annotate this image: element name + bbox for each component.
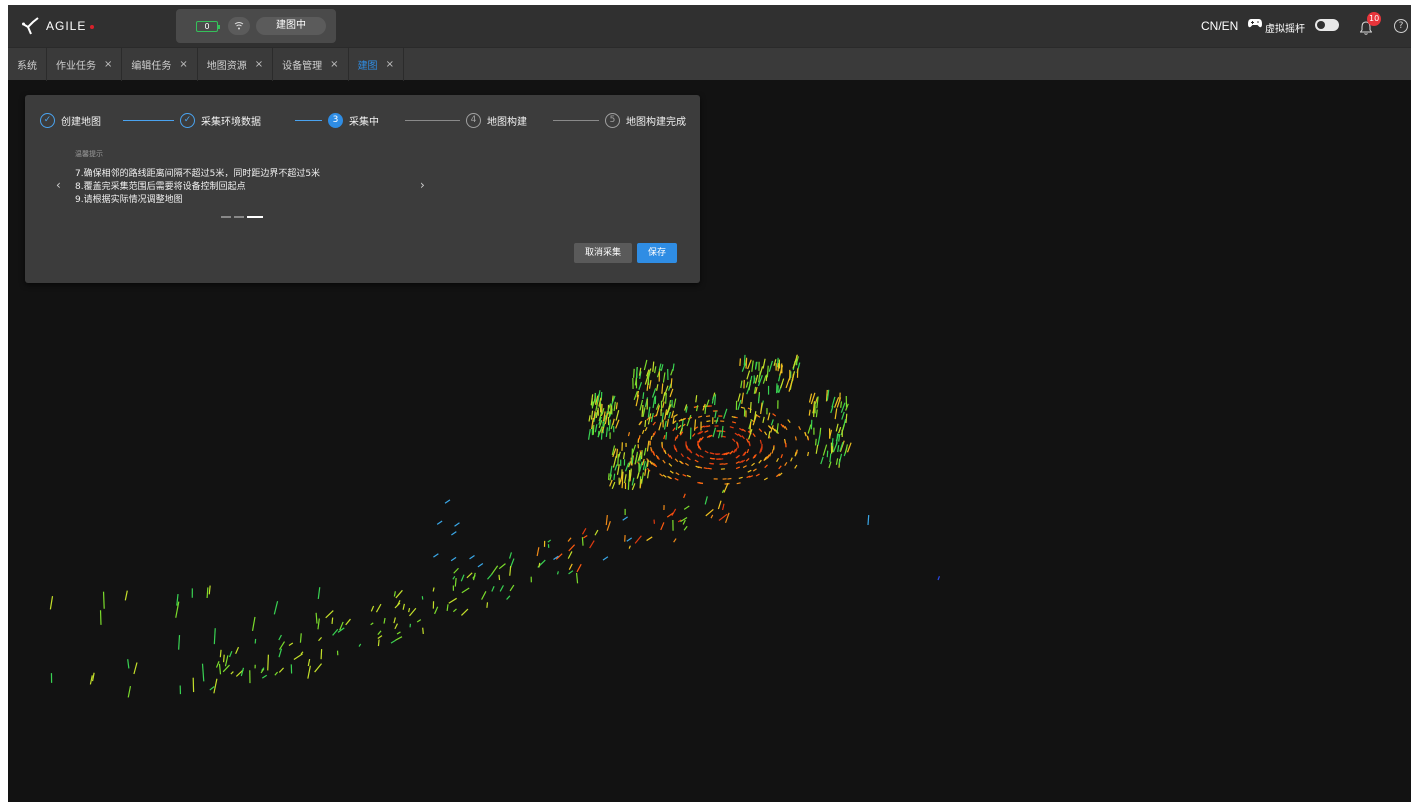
logo: AGILE [22, 13, 95, 39]
step-connector [295, 120, 322, 121]
top-bar: AGILE 0 建图中 CN/EN 虚拟摇杆 10 ? [8, 5, 1411, 47]
step-connector [123, 120, 174, 121]
tab-3[interactable]: 地图资源 × [198, 48, 274, 81]
tab-list: 系统 作业任务 × 编辑任务 × 地图资源 × 设备管理 × 建图 × [8, 48, 1411, 81]
step-number: 5 [605, 112, 620, 128]
tab-label: 系统 [17, 61, 37, 72]
wizard-step-2: ✓ 采集环境数据 [180, 111, 261, 129]
step-label: 地图构建 [487, 116, 527, 128]
step-connector [553, 120, 599, 121]
cancel-collection-button[interactable]: 取消采集 [574, 243, 632, 263]
carousel-dot[interactable] [234, 216, 244, 218]
tab-close-icon[interactable]: × [104, 59, 112, 70]
save-button[interactable]: 保存 [637, 243, 677, 263]
check-circle-icon: ✓ [180, 112, 195, 128]
tab-label: 编辑任务 [131, 61, 172, 72]
tab-label: 建图 [357, 61, 378, 72]
wizard-steps: ✓ 创建地图 ✓ 采集环境数据 3 采集中 4 地图构建 5 地图构建完成 [40, 111, 690, 129]
carousel-dot[interactable] [221, 216, 231, 218]
tab-label: 作业任务 [56, 61, 96, 72]
step-number: 3 [328, 112, 343, 128]
tab-4[interactable]: 设备管理 × [273, 48, 349, 81]
app-window: AGILE 0 建图中 CN/EN 虚拟摇杆 10 ? 系统 作业任务 × 编辑… [8, 5, 1411, 802]
tab-1[interactable]: 作业任务 × [47, 48, 123, 81]
step-number: 4 [466, 112, 481, 128]
carousel-dot-active[interactable] [247, 216, 263, 218]
tip-item: 8.覆盖完采集范围后需要将设备控制回起点 [75, 182, 246, 192]
carousel-dots [221, 216, 263, 218]
notification-badge: 10 [1367, 12, 1382, 26]
logo-dot [90, 25, 95, 29]
step-label: 采集中 [349, 116, 379, 128]
tab-bar: 系统 作业任务 × 编辑任务 × 地图资源 × 设备管理 × 建图 × [8, 47, 1411, 81]
mapping-mode-button[interactable]: 建图中 [256, 17, 326, 35]
tab-close-icon[interactable]: × [255, 59, 263, 70]
tab-close-icon[interactable]: × [330, 59, 338, 70]
language-switch[interactable]: CN/EN [1201, 19, 1238, 33]
wizard-step-1: ✓ 创建地图 [40, 111, 101, 129]
step-label: 地图构建完成 [626, 116, 686, 128]
tips-title: 温馨提示 [75, 150, 103, 158]
virtual-joystick-toggle[interactable] [1315, 19, 1339, 31]
chevron-right-icon[interactable]: › [420, 178, 425, 192]
wifi-icon[interactable] [228, 17, 250, 35]
point-cloud-layer [49, 354, 941, 698]
step-label: 创建地图 [61, 116, 101, 128]
mapping-wizard-panel: ✓ 创建地图 ✓ 采集环境数据 3 采集中 4 地图构建 5 地图构建完成 温馨提示 7.确保相邻… [25, 95, 700, 283]
tab-label: 地图资源 [206, 61, 247, 72]
check-circle-icon: ✓ [40, 112, 55, 128]
gamepad-icon [1248, 19, 1262, 28]
tab-close-icon[interactable]: × [386, 59, 394, 70]
help-icon[interactable]: ? [1394, 19, 1408, 33]
tab-2[interactable]: 编辑任务 × [122, 48, 198, 81]
tab-5[interactable]: 建图 × [349, 48, 404, 81]
step-label: 采集环境数据 [201, 116, 261, 128]
virtual-joystick-label: 虚拟摇杆 [1265, 24, 1305, 35]
wizard-step-5: 5 地图构建完成 [605, 111, 686, 129]
tip-item: 9.请根据实际情况调整地图 [75, 195, 183, 205]
device-status-panel: 0 建图中 [176, 9, 336, 43]
tab-0[interactable]: 系统 [8, 48, 47, 81]
battery-indicator: 0 [196, 21, 220, 32]
wizard-step-3: 3 采集中 [328, 111, 379, 129]
tip-item: 7.确保相邻的路线距离间隔不超过5米，同时距边界不超过5米 [75, 169, 321, 179]
chevron-left-icon[interactable]: ‹ [56, 178, 61, 192]
tab-label: 设备管理 [282, 61, 323, 72]
logo-text: AGILE [46, 19, 87, 33]
agile-logo-icon [22, 17, 39, 35]
step-connector [405, 120, 460, 121]
tab-close-icon[interactable]: × [179, 59, 187, 70]
wizard-step-4: 4 地图构建 [466, 111, 527, 129]
